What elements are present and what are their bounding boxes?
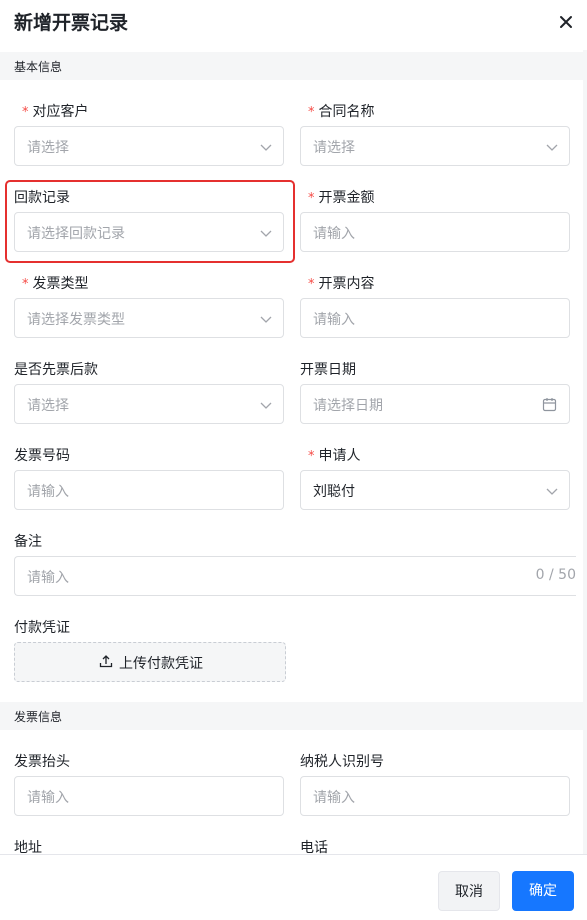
content-input[interactable]: 请输入 (300, 298, 570, 338)
dialog-header: 新增开票记录 (0, 0, 587, 50)
remark-placeholder: 请输入 (27, 570, 69, 586)
invoice-header-label: 发票抬头 (14, 754, 70, 770)
invoice-number-placeholder: 请输入 (27, 484, 69, 500)
section-title: 基本信息 (14, 60, 63, 74)
customer-label: * 对应客户 (22, 104, 89, 120)
cancel-button[interactable]: 取消 (438, 871, 500, 911)
upload-label: 上传付款凭证 (119, 656, 203, 672)
invoice-date-placeholder: 请选择日期 (313, 398, 383, 414)
calendar-icon (542, 398, 557, 412)
remark-input[interactable]: 请输入 0 / 50 (14, 556, 576, 596)
required-mark: * (308, 191, 315, 206)
close-icon[interactable] (556, 12, 576, 32)
section-title: 发票信息 (14, 710, 63, 724)
content-label: * 开票内容 (308, 276, 375, 292)
contract-label: * 合同名称 (308, 104, 375, 120)
invoice-number-input[interactable]: 请输入 (14, 470, 284, 510)
chevron-down-icon (546, 144, 558, 151)
applicant-select[interactable]: 刘聪付 (300, 470, 570, 510)
amount-label: * 开票金额 (308, 190, 375, 206)
dialog-footer: 取消 确定 (0, 854, 587, 920)
required-mark: * (308, 449, 315, 464)
remark-counter: 0 / 50 (535, 567, 576, 583)
chevron-down-icon (546, 488, 558, 495)
required-mark: * (22, 105, 29, 120)
invoice-header-placeholder: 请输入 (27, 790, 69, 806)
contract-placeholder: 请选择 (313, 140, 355, 156)
invoice-first-placeholder: 请选择 (27, 398, 69, 414)
invoice-date-label: 开票日期 (300, 362, 356, 378)
scrollbar[interactable] (583, 50, 587, 854)
voucher-label: 付款凭证 (14, 620, 70, 636)
taxpayer-id-label: 纳税人识别号 (300, 754, 384, 770)
upload-icon (99, 655, 113, 668)
invoice-first-label: 是否先票后款 (14, 362, 98, 378)
invoice-type-select[interactable]: 请选择发票类型 (14, 298, 284, 338)
upload-voucher-button[interactable]: 上传付款凭证 (14, 642, 286, 682)
invoice-date-picker[interactable]: 请选择日期 (300, 384, 570, 424)
payment-record-placeholder: 请选择回款记录 (27, 226, 125, 242)
chevron-down-icon (260, 402, 272, 409)
content-placeholder: 请输入 (313, 312, 355, 328)
invoice-header-input[interactable]: 请输入 (14, 776, 284, 816)
applicant-label: * 申请人 (308, 448, 361, 464)
applicant-value: 刘聪付 (313, 484, 355, 500)
invoice-first-select[interactable]: 请选择 (14, 384, 284, 424)
payment-record-label: 回款记录 (14, 190, 70, 206)
required-mark: * (308, 105, 315, 120)
taxpayer-id-input[interactable]: 请输入 (300, 776, 570, 816)
confirm-button[interactable]: 确定 (512, 871, 574, 911)
section-invoice-info: 发票信息 (0, 702, 587, 730)
chevron-down-icon (260, 144, 272, 151)
contract-select[interactable]: 请选择 (300, 126, 570, 166)
dialog-title: 新增开票记录 (14, 12, 129, 34)
section-basic-info: 基本信息 (0, 52, 587, 80)
required-mark: * (22, 277, 29, 292)
invoice-type-label: * 发票类型 (22, 276, 89, 292)
amount-input[interactable]: 请输入 (300, 212, 570, 252)
invoice-number-label: 发票号码 (14, 448, 70, 464)
invoice-type-placeholder: 请选择发票类型 (27, 312, 125, 328)
amount-placeholder: 请输入 (313, 226, 355, 242)
taxpayer-id-placeholder: 请输入 (313, 790, 355, 806)
customer-select[interactable]: 请选择 (14, 126, 284, 166)
remark-label: 备注 (14, 534, 42, 550)
chevron-down-icon (260, 230, 272, 237)
payment-record-select[interactable]: 请选择回款记录 (14, 212, 284, 252)
customer-placeholder: 请选择 (27, 140, 69, 156)
chevron-down-icon (260, 316, 272, 323)
required-mark: * (308, 277, 315, 292)
